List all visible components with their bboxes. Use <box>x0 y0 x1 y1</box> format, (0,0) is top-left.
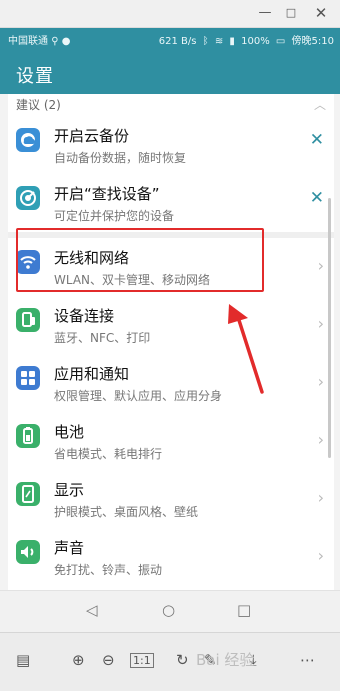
settings-item-battery[interactable]: 电池 省电模式、耗电排行 › <box>8 412 334 470</box>
settings-item-sound[interactable]: 声音 免打扰、铃声、振动 › <box>8 528 334 586</box>
zoom-out-button[interactable]: ⊖ <box>102 651 115 669</box>
shield-icon: ● <box>61 36 71 47</box>
suggestion-title: 开启“查找设备” <box>54 185 160 203</box>
annotation-arrow-icon <box>228 304 264 394</box>
more-icon[interactable]: ⋯ <box>300 651 315 669</box>
suggestions-label: 建议 (2) <box>16 98 61 112</box>
screenshot-page: — □ ✕ 中国联通 ⚲ ● 621 B/s ᛒ ≋ ▮ 100% ▭ 傍晚5:… <box>0 0 340 691</box>
chevron-right-icon: › <box>317 314 324 333</box>
battery-icon <box>16 424 40 448</box>
chevron-right-icon: › <box>317 372 324 391</box>
chevron-right-icon: › <box>317 546 324 565</box>
back-button[interactable]: ◁ <box>86 601 98 619</box>
suggestion-subtitle: 可定位并保护您的设备 <box>54 209 175 223</box>
page-title: 设置 <box>16 66 54 87</box>
display-icon <box>16 482 40 506</box>
app-header: 中国联通 ⚲ ● 621 B/s ᛒ ≋ ▮ 100% ▭ 傍晚5:10 设置 <box>0 28 340 94</box>
settings-item-subtitle: 护眼模式、桌面风格、壁纸 <box>54 505 199 519</box>
settings-item-subtitle: 蓝牙、NFC、打印 <box>54 331 151 345</box>
suggestion-find-device[interactable]: 开启“查找设备” 可定位并保护您的设备 ✕ <box>8 174 334 232</box>
suggestion-subtitle: 自动备份数据，随时恢复 <box>54 151 187 165</box>
apps-icon <box>16 366 40 390</box>
cloud-backup-icon <box>16 128 40 152</box>
highlight-box <box>16 228 264 292</box>
settings-item-apps[interactable]: 应用和通知 权限管理、默认应用、应用分身 › <box>8 354 334 412</box>
wifi-signal-icon: ≋ <box>214 36 224 47</box>
settings-item-subtitle: 省电模式、耗电排行 <box>54 447 163 461</box>
settings-item-title: 电池 <box>54 423 85 441</box>
window-title-bar: — □ ✕ <box>0 0 340 28</box>
minimize-button[interactable]: — <box>254 4 276 22</box>
thumbnail-view-icon[interactable]: ▤ <box>16 651 30 669</box>
settings-item-display[interactable]: 显示 护眼模式、桌面风格、壁纸 › <box>8 470 334 528</box>
maximize-button[interactable]: □ <box>280 4 302 22</box>
battery-percent: 100% <box>241 36 270 47</box>
settings-item-title: 应用和通知 <box>54 365 130 383</box>
settings-list[interactable]: 建议 (2) ︿ 开启云备份 自动备份数据，随时恢复 ✕ 开启“查找设备” 可定… <box>8 94 334 590</box>
home-button[interactable]: ○ <box>162 601 175 619</box>
watermark: Bai 经验 <box>196 651 255 669</box>
suggestion-cloud-backup[interactable]: 开启云备份 自动备份数据，随时恢复 ✕ <box>8 116 334 174</box>
dismiss-icon[interactable]: ✕ <box>310 130 324 150</box>
zoom-in-button[interactable]: ⊕ <box>72 651 85 669</box>
cell-signal-icon: ▮ <box>229 36 235 47</box>
device-connect-icon <box>16 308 40 332</box>
clock: 傍晚5:10 <box>291 36 334 47</box>
usb-icon: ⚲ <box>51 36 59 47</box>
find-device-icon <box>16 186 40 210</box>
chevron-up-icon[interactable]: ︿ <box>314 96 326 113</box>
sound-icon <box>16 540 40 564</box>
carrier-label: 中国联通 <box>8 36 48 47</box>
settings-item-subtitle: 权限管理、默认应用、应用分身 <box>54 389 223 403</box>
recents-button[interactable]: □ <box>237 601 251 619</box>
suggestion-title: 开启云备份 <box>54 127 130 145</box>
navigation-bar: ◁ ○ □ <box>0 590 340 632</box>
actual-size-button[interactable]: 1:1 <box>130 653 154 668</box>
settings-item-title: 声音 <box>54 539 85 557</box>
settings-item-title: 设备连接 <box>54 307 115 325</box>
suggestions-header[interactable]: 建议 (2) ︿ <box>8 94 334 116</box>
close-button[interactable]: ✕ <box>310 4 332 22</box>
scrollbar[interactable] <box>328 198 331 458</box>
settings-item-subtitle: 免打扰、铃声、振动 <box>54 563 163 577</box>
chevron-right-icon: › <box>317 488 324 507</box>
chevron-right-icon: › <box>317 430 324 449</box>
rotate-icon[interactable]: ↻ <box>176 651 189 669</box>
image-viewer-toolbar: ▤ ⊕ ⊖ 1:1 ↻ ✎ ⤓ ⋯ Bai 经验 <box>0 632 340 691</box>
battery-icon: ▭ <box>275 36 286 47</box>
phone-status-bar: 中国联通 ⚲ ● 621 B/s ᛒ ≋ ▮ 100% ▭ 傍晚5:10 <box>0 28 340 48</box>
chevron-right-icon: › <box>317 256 324 275</box>
dismiss-icon[interactable]: ✕ <box>310 188 324 208</box>
settings-item-device-connection[interactable]: 设备连接 蓝牙、NFC、打印 › <box>8 296 334 354</box>
bluetooth-icon: ᛒ <box>202 36 209 47</box>
settings-item-title: 显示 <box>54 481 85 499</box>
network-speed: 621 B/s <box>158 36 197 47</box>
